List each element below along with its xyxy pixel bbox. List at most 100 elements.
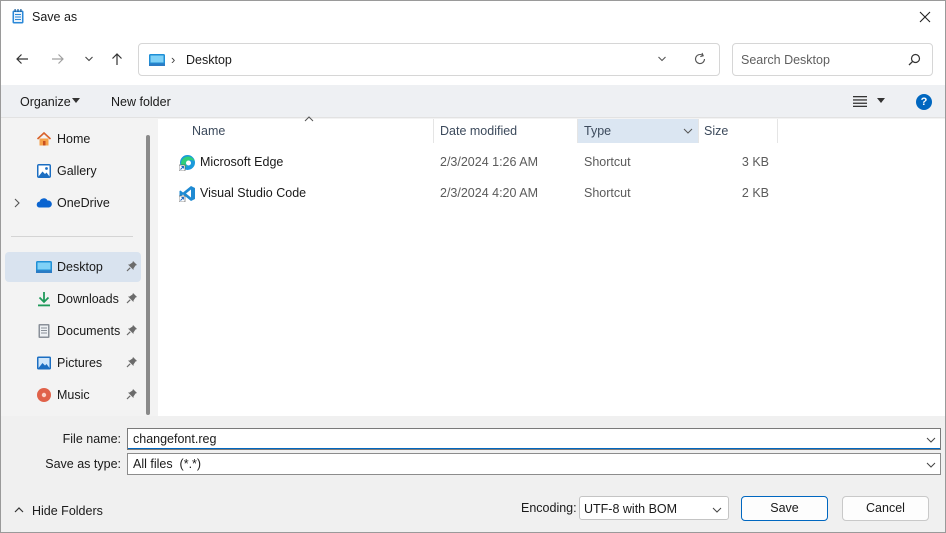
sidebar-scrollbar-thumb[interactable] [146,135,150,415]
expand-chevron-icon[interactable] [13,198,21,208]
vscode-icon [179,186,195,202]
file-date: 2/3/2024 4:20 AM [440,186,538,200]
search-box[interactable] [732,43,933,76]
sidebar-item-desktop[interactable]: Desktop [5,252,141,282]
title-bar: Save as [1,1,945,33]
sidebar-item-label: Desktop [57,260,103,274]
pin-icon[interactable] [126,324,138,336]
file-date: 2/3/2024 1:26 AM [440,155,538,169]
up-button[interactable] [105,47,129,71]
column-header-label: Type [584,124,612,138]
view-caret-down-icon[interactable] [877,98,885,104]
file-name: Microsoft Edge [200,155,284,169]
file-name-field[interactable]: changefont.reg [127,428,941,450]
back-button[interactable] [10,47,34,71]
new-folder-button[interactable]: New folder [111,95,171,109]
close-button[interactable] [905,1,945,33]
music-icon [37,388,51,402]
sidebar-item-label: OneDrive [57,196,110,210]
file-list: Name Date modified Type Size Microsoft E… [158,116,945,416]
sidebar-divider [11,236,133,237]
file-type: Shortcut [584,155,631,169]
recent-locations-button[interactable] [77,47,101,71]
sidebar-item-gallery[interactable]: Gallery [5,156,141,186]
column-header-date[interactable]: Date modified [434,119,578,143]
chevron-up-icon [14,507,24,513]
save-as-type-value: All files (*.*) [133,457,202,471]
pictures-icon [37,356,51,370]
search-icon [908,53,921,66]
hide-folders-label: Hide Folders [32,504,103,518]
sidebar-item-pictures[interactable]: Pictures [5,348,141,378]
view-options-icon[interactable] [853,95,867,107]
file-row[interactable]: Visual Studio Code 2/3/2024 4:20 AM Shor… [175,178,795,208]
edge-icon [179,155,195,171]
sidebar-item-onedrive[interactable]: OneDrive [5,188,141,218]
notepad-icon [12,9,24,24]
encoding-select[interactable]: UTF-8 with BOM [579,496,729,520]
column-separator[interactable] [777,119,778,143]
encoding-label: Encoding: [521,501,577,515]
sidebar-item-label: Music [57,388,90,402]
gallery-icon [37,164,51,178]
caret-down-icon [72,98,80,103]
breadcrumb-desktop[interactable]: Desktop [186,53,232,67]
desktop-folder-icon [36,261,52,273]
file-name-value: changefont.reg [133,432,217,446]
column-header-name[interactable]: Name [158,119,434,143]
sidebar-item-label: Documents [57,324,121,338]
chevron-down-icon[interactable] [926,461,936,469]
refresh-icon[interactable] [693,52,707,66]
pin-icon[interactable] [126,292,138,304]
navigation-pane: Home Gallery OneDrive Desktop Downloads … [1,119,158,416]
home-icon [36,131,52,146]
chevron-down-icon [712,507,722,513]
forward-arrow-icon [52,54,64,64]
search-input[interactable] [741,52,901,68]
save-form: File name: changefont.reg Save as type: … [1,416,945,478]
navigation-bar: › Desktop [1,33,945,85]
help-icon[interactable]: ? [916,94,932,110]
pin-icon[interactable] [126,260,138,272]
file-type: Shortcut [584,186,631,200]
save-as-type-label: Save as type: [45,457,121,471]
sidebar-item-label: Gallery [57,164,97,178]
save-as-dialog: Save as › Desktop Search Desktop Organiz… [0,0,946,533]
window-title: Save as [32,10,78,24]
close-icon [919,11,931,23]
file-size: 2 KB [741,186,769,200]
command-bar: Organize New folder ? [1,85,945,118]
encoding-value: UTF-8 with BOM [584,502,678,516]
column-header-label: Size [704,124,729,138]
forward-button[interactable] [46,47,70,71]
column-header-type[interactable]: Type [578,119,698,143]
onedrive-icon [36,198,52,208]
sidebar-item-music[interactable]: Music [5,380,141,410]
save-as-type-select[interactable]: All files (*.*) [127,453,941,475]
address-bar[interactable]: › Desktop [138,43,720,76]
chevron-down-icon[interactable] [926,436,936,444]
dialog-footer: Hide Folders Encoding: UTF-8 with BOM Sa… [1,478,945,532]
file-name: Visual Studio Code [200,186,307,200]
sidebar-item-home[interactable]: Home [5,124,141,154]
up-arrow-icon [112,53,122,65]
sidebar-item-documents[interactable]: Documents [5,316,141,346]
address-history-chevron-icon[interactable] [657,54,667,64]
sidebar-item-downloads[interactable]: Downloads [5,284,141,314]
file-row[interactable]: Microsoft Edge 2/3/2024 1:26 AM Shortcut… [175,147,795,177]
column-header-label: Name [192,124,226,138]
back-arrow-icon [16,54,28,64]
column-filter-chevron-icon[interactable] [683,127,693,135]
chevron-down-icon [85,56,93,62]
pin-icon[interactable] [126,356,138,368]
sidebar-item-label: Home [57,132,91,146]
desktop-folder-icon [149,54,165,66]
breadcrumb-separator: › [171,52,176,67]
file-size: 3 KB [741,155,769,169]
column-header-size[interactable]: Size [699,119,779,143]
organize-menu[interactable]: Organize [20,95,71,109]
cancel-button[interactable]: Cancel [842,496,929,521]
pin-icon[interactable] [126,388,138,400]
save-button[interactable]: Save [741,496,828,521]
download-icon [38,292,50,307]
